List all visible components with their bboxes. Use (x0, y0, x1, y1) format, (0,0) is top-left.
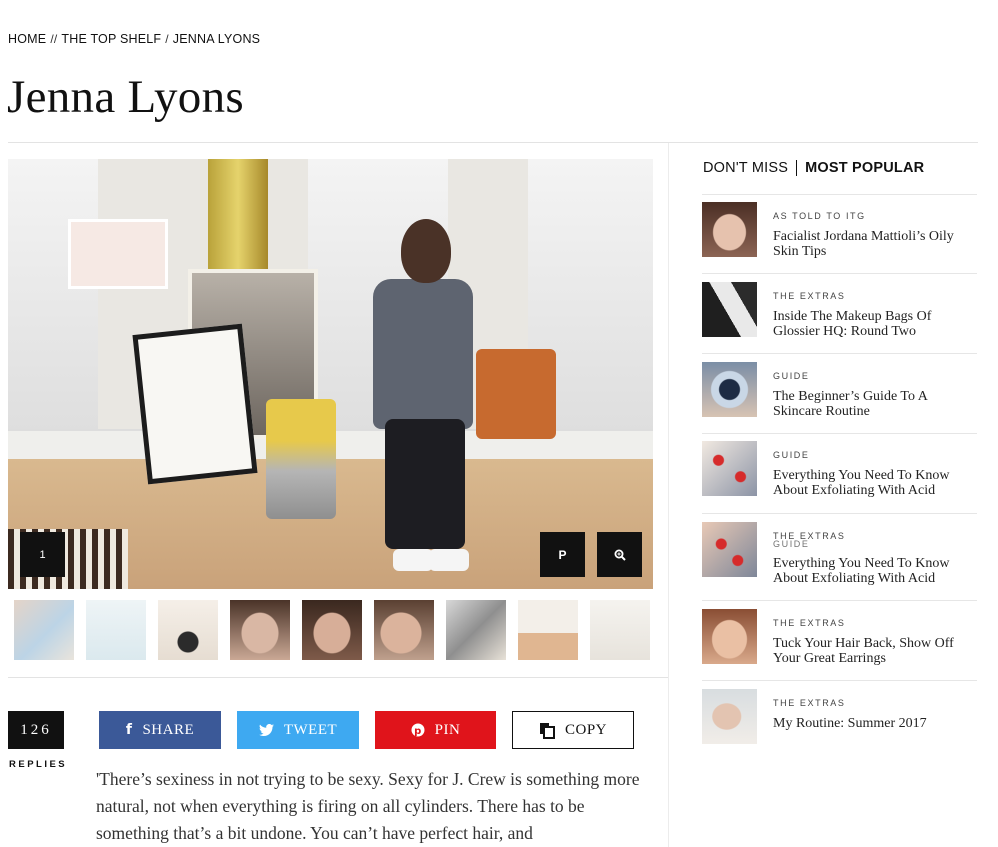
gallery-thumbnail[interactable] (158, 600, 218, 660)
replies-label: REPLIES (9, 759, 68, 770)
tab-dont-miss[interactable]: DON'T MISS (703, 160, 796, 176)
tweet-label: TWEET (283, 721, 338, 738)
tab-most-popular[interactable]: MOST POPULAR (796, 160, 932, 176)
article-thumbnail (702, 282, 757, 337)
replies-count[interactable]: 126 (8, 711, 64, 749)
seated-person (363, 219, 483, 589)
article-category: THE EXTRAS (773, 291, 846, 301)
share-label: SHARE (142, 721, 195, 738)
twitter-share-button[interactable]: TWEET (237, 711, 359, 749)
gallery-thumbnail[interactable] (230, 600, 290, 660)
breadcrumb-home-link[interactable]: HOME (8, 32, 46, 46)
gallery-main-image[interactable]: 1 P (8, 159, 653, 589)
sidebar-divider (702, 433, 977, 434)
article-category: GUIDE (773, 371, 810, 381)
article-category: THE EXTRAS (773, 698, 846, 708)
gallery-thumbnails (14, 600, 652, 660)
article-thumbnail (702, 441, 757, 496)
sidebar-tabs: DON'T MISS MOST POPULAR (703, 160, 932, 176)
facebook-share-button[interactable]: f SHARE (99, 711, 221, 749)
pin-label: PIN (434, 721, 461, 738)
sidebar-divider (702, 680, 977, 681)
article-thumbnail (702, 202, 757, 257)
sidebar-article[interactable]: THE EXTRAS Tuck Your Hair Back, Show Off… (702, 609, 978, 666)
window-panel (8, 159, 98, 459)
article-headline[interactable]: My Routine: Summer 2017 (773, 716, 978, 731)
column-divider (668, 143, 669, 847)
gallery-thumbnail[interactable] (374, 600, 434, 660)
breadcrumb: HOME // THE TOP SHELF / JENNA LYONS (8, 32, 260, 46)
copy-label: COPY (564, 721, 607, 738)
facebook-icon: f (125, 722, 133, 738)
gallery-thumbnail[interactable] (518, 600, 578, 660)
gallery-divider (8, 677, 668, 678)
gallery-thumbnail[interactable] (302, 600, 362, 660)
sidebar-divider (702, 273, 977, 274)
pull-quote: 'There’s sexiness in not trying to be se… (96, 769, 640, 843)
article-category: GUIDE (773, 450, 810, 460)
article-category: AS TOLD TO ITG (773, 211, 866, 221)
article-headline[interactable]: Everything You Need To Know About Exfoli… (773, 468, 978, 498)
sidebar-article[interactable]: THE EXTRAS My Routine: Summer 2017 (702, 689, 978, 745)
zoom-icon[interactable] (597, 532, 642, 577)
breadcrumb-section-link[interactable]: THE TOP SHELF (61, 32, 161, 46)
framed-artwork (132, 323, 258, 485)
article-headline[interactable]: Tuck Your Hair Back, Show Off Your Great… (773, 636, 978, 666)
copy-link-button[interactable]: COPY (512, 711, 634, 749)
article-thumbnail (702, 689, 757, 744)
article-thumbnail (702, 362, 757, 417)
article-headline[interactable]: Inside The Makeup Bags Of Glossier HQ: R… (773, 309, 978, 339)
gallery-thumbnail[interactable] (590, 600, 650, 660)
slide-number-badge: 1 (20, 532, 65, 577)
sidebar-divider (702, 513, 977, 514)
breadcrumb-current: JENNA LYONS (172, 32, 261, 46)
sidebar-divider (702, 600, 977, 601)
framed-photo (68, 219, 168, 289)
gallery-thumbnail[interactable] (14, 600, 74, 660)
breadcrumb-separator: / (165, 32, 169, 46)
sidebar-article[interactable]: GUIDE The Beginner’s Guide To A Skincare… (702, 362, 978, 419)
article-headline[interactable]: Everything You Need To Know About Exfoli… (773, 556, 978, 586)
pinterest-share-button[interactable]: p PIN (375, 711, 496, 749)
sidebar-divider (702, 353, 977, 354)
sidebar-article[interactable]: THE EXTRAS GUIDE Everything You Need To … (702, 522, 978, 586)
page-title: Jenna Lyons (7, 71, 244, 123)
article-category: THE EXTRAS (773, 618, 846, 628)
magnifier-icon (614, 549, 626, 561)
breadcrumb-separator: // (50, 32, 58, 46)
sidebar-divider (702, 194, 977, 195)
sidebar-article[interactable]: GUIDE Everything You Need To Know About … (702, 441, 978, 498)
article-thumbnail (702, 609, 757, 664)
painted-stool (266, 399, 336, 519)
article-headline[interactable]: The Beginner’s Guide To A Skincare Routi… (773, 389, 978, 419)
article-category-overlap: GUIDE (773, 539, 810, 549)
gallery-thumbnail[interactable] (86, 600, 146, 660)
pinterest-icon: p (411, 723, 425, 737)
gallery-thumbnail[interactable] (446, 600, 506, 660)
leather-chair (476, 349, 556, 439)
copy-icon (539, 722, 555, 739)
article-thumbnail (702, 522, 757, 577)
twitter-icon (258, 724, 274, 736)
pin-icon-glyph: P (558, 547, 567, 562)
pinterest-icon[interactable]: P (540, 532, 585, 577)
header-divider (8, 142, 978, 143)
svg-text:p: p (414, 726, 422, 737)
sidebar-article[interactable]: THE EXTRAS Inside The Makeup Bags Of Glo… (702, 282, 978, 339)
sidebar-article[interactable]: AS TOLD TO ITG Facialist Jordana Mattiol… (702, 202, 978, 259)
article-headline[interactable]: Facialist Jordana Mattioli’s Oily Skin T… (773, 229, 978, 259)
